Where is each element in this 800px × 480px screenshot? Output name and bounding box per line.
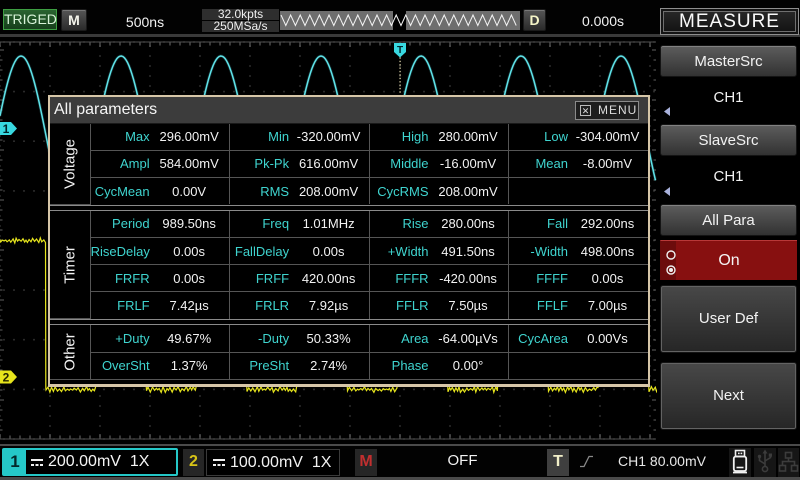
svg-text:1: 1 xyxy=(3,122,10,136)
svg-text:2: 2 xyxy=(3,371,10,385)
svg-text:T: T xyxy=(397,45,403,56)
